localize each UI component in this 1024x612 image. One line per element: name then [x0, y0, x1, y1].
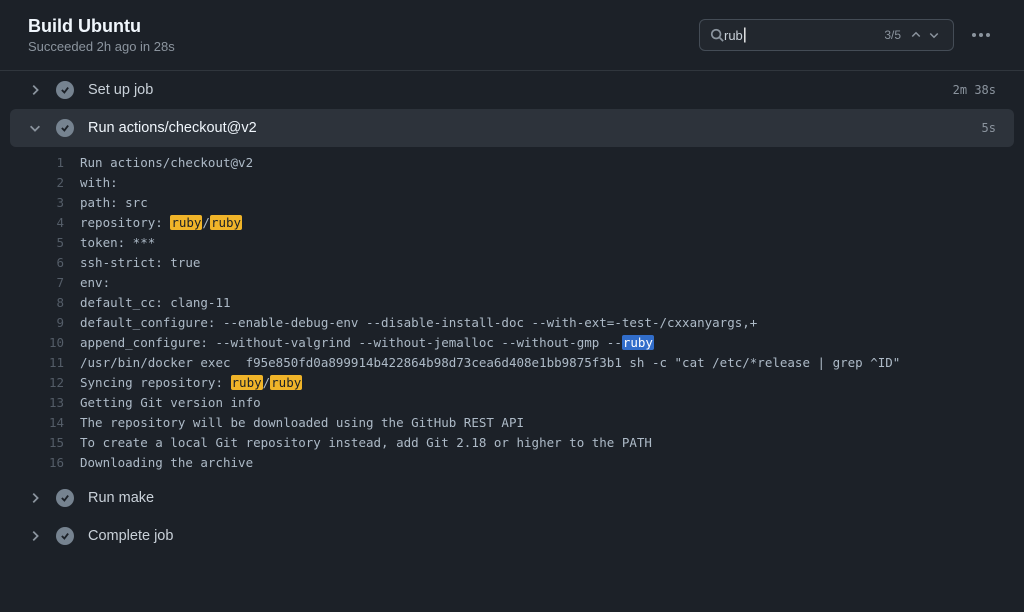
- dot-icon: [972, 33, 976, 37]
- line-number: 11: [10, 353, 80, 373]
- line-content: with:: [80, 173, 1014, 193]
- line-number: 14: [10, 413, 80, 433]
- steps-list: Set up job 2m 38s Run actions/checkout@v2…: [0, 71, 1024, 555]
- search-count: 3/5: [884, 28, 901, 42]
- log-line: 16Downloading the archive: [10, 453, 1014, 473]
- line-content: /usr/bin/docker exec f95e850fd0a899914b4…: [80, 353, 1014, 373]
- line-content: Syncing repository: ruby/ruby: [80, 373, 1014, 393]
- log-line: 4repository: ruby/ruby: [10, 213, 1014, 233]
- line-content: default_cc: clang-11: [80, 293, 1014, 313]
- title-block: Build Ubuntu Succeeded 2h ago in 28s: [28, 16, 175, 54]
- line-number: 9: [10, 313, 80, 333]
- header-right: rub| 3/5: [699, 19, 996, 51]
- search-box[interactable]: rub| 3/5: [699, 19, 954, 51]
- search-highlight: ruby: [622, 335, 654, 350]
- log-line: 8default_cc: clang-11: [10, 293, 1014, 313]
- search-highlight: ruby: [210, 215, 242, 230]
- log-line: 7env:: [10, 273, 1014, 293]
- log-line: 12Syncing repository: ruby/ruby: [10, 373, 1014, 393]
- log-line: 14The repository will be downloaded usin…: [10, 413, 1014, 433]
- step-chevron-icon: [28, 491, 42, 505]
- line-content: env:: [80, 273, 1014, 293]
- chevron-down-icon: [928, 29, 940, 41]
- page-title: Build Ubuntu: [28, 16, 175, 37]
- step-duration: 5s: [982, 121, 996, 135]
- line-number: 2: [10, 173, 80, 193]
- dot-icon: [986, 33, 990, 37]
- line-content: ssh-strict: true: [80, 253, 1014, 273]
- line-content: append_configure: --without-valgrind --w…: [80, 333, 1014, 353]
- step-row[interactable]: Set up job 2m 38s: [0, 71, 1024, 109]
- line-content: To create a local Git repository instead…: [80, 433, 1014, 453]
- line-number: 12: [10, 373, 80, 393]
- step-row[interactable]: Complete job: [0, 517, 1024, 555]
- step-duration: 2m 38s: [953, 83, 996, 97]
- chevron-up-icon: [910, 29, 922, 41]
- line-content: repository: ruby/ruby: [80, 213, 1014, 233]
- line-content: Run actions/checkout@v2: [80, 153, 1014, 173]
- search-value: rub: [724, 28, 743, 43]
- success-icon: [56, 489, 74, 507]
- search-nav: [907, 26, 943, 44]
- search-highlight: ruby: [270, 375, 302, 390]
- log-line: 2with:: [10, 173, 1014, 193]
- step-label: Complete job: [88, 528, 982, 544]
- header: Build Ubuntu Succeeded 2h ago in 28s rub…: [0, 0, 1024, 71]
- search-icon: [710, 28, 724, 42]
- step-label: Set up job: [88, 82, 939, 98]
- log-line: 9default_configure: --enable-debug-env -…: [10, 313, 1014, 333]
- line-number: 15: [10, 433, 80, 453]
- step-chevron-icon: [28, 121, 42, 135]
- success-icon: [56, 119, 74, 137]
- line-content: path: src: [80, 193, 1014, 213]
- log-line: 11/usr/bin/docker exec f95e850fd0a899914…: [10, 353, 1014, 373]
- line-number: 13: [10, 393, 80, 413]
- search-next-button[interactable]: [925, 26, 943, 44]
- log-line: 5token: ***: [10, 233, 1014, 253]
- step-label: Run actions/checkout@v2: [88, 120, 968, 136]
- log-output: 1Run actions/checkout@v22with:3path: src…: [10, 147, 1014, 479]
- log-line: 15To create a local Git repository inste…: [10, 433, 1014, 453]
- line-number: 1: [10, 153, 80, 173]
- line-content: token: ***: [80, 233, 1014, 253]
- line-content: Getting Git version info: [80, 393, 1014, 413]
- search-highlight: ruby: [170, 215, 202, 230]
- line-number: 7: [10, 273, 80, 293]
- line-content: Downloading the archive: [80, 453, 1014, 473]
- line-number: 5: [10, 233, 80, 253]
- page-subtitle: Succeeded 2h ago in 28s: [28, 39, 175, 54]
- dot-icon: [979, 33, 983, 37]
- log-line: 3path: src: [10, 193, 1014, 213]
- line-number: 4: [10, 213, 80, 233]
- step-row[interactable]: Run make: [0, 479, 1024, 517]
- success-icon: [56, 527, 74, 545]
- line-content: default_configure: --enable-debug-env --…: [80, 313, 1014, 333]
- log-line: 6ssh-strict: true: [10, 253, 1014, 273]
- search-highlight: ruby: [231, 375, 263, 390]
- search-caret: |: [743, 26, 747, 44]
- log-line: 10append_configure: --without-valgrind -…: [10, 333, 1014, 353]
- search-prev-button[interactable]: [907, 26, 925, 44]
- step-chevron-icon: [28, 83, 42, 97]
- line-number: 8: [10, 293, 80, 313]
- step-label: Run make: [88, 490, 982, 506]
- success-icon: [56, 81, 74, 99]
- line-number: 6: [10, 253, 80, 273]
- line-number: 3: [10, 193, 80, 213]
- step-row[interactable]: Run actions/checkout@v2 5s: [10, 109, 1014, 147]
- more-menu-button[interactable]: [966, 27, 996, 43]
- line-number: 10: [10, 333, 80, 353]
- line-number: 16: [10, 453, 80, 473]
- log-line: 1Run actions/checkout@v2: [10, 153, 1014, 173]
- line-content: The repository will be downloaded using …: [80, 413, 1014, 433]
- step-chevron-icon: [28, 529, 42, 543]
- log-line: 13Getting Git version info: [10, 393, 1014, 413]
